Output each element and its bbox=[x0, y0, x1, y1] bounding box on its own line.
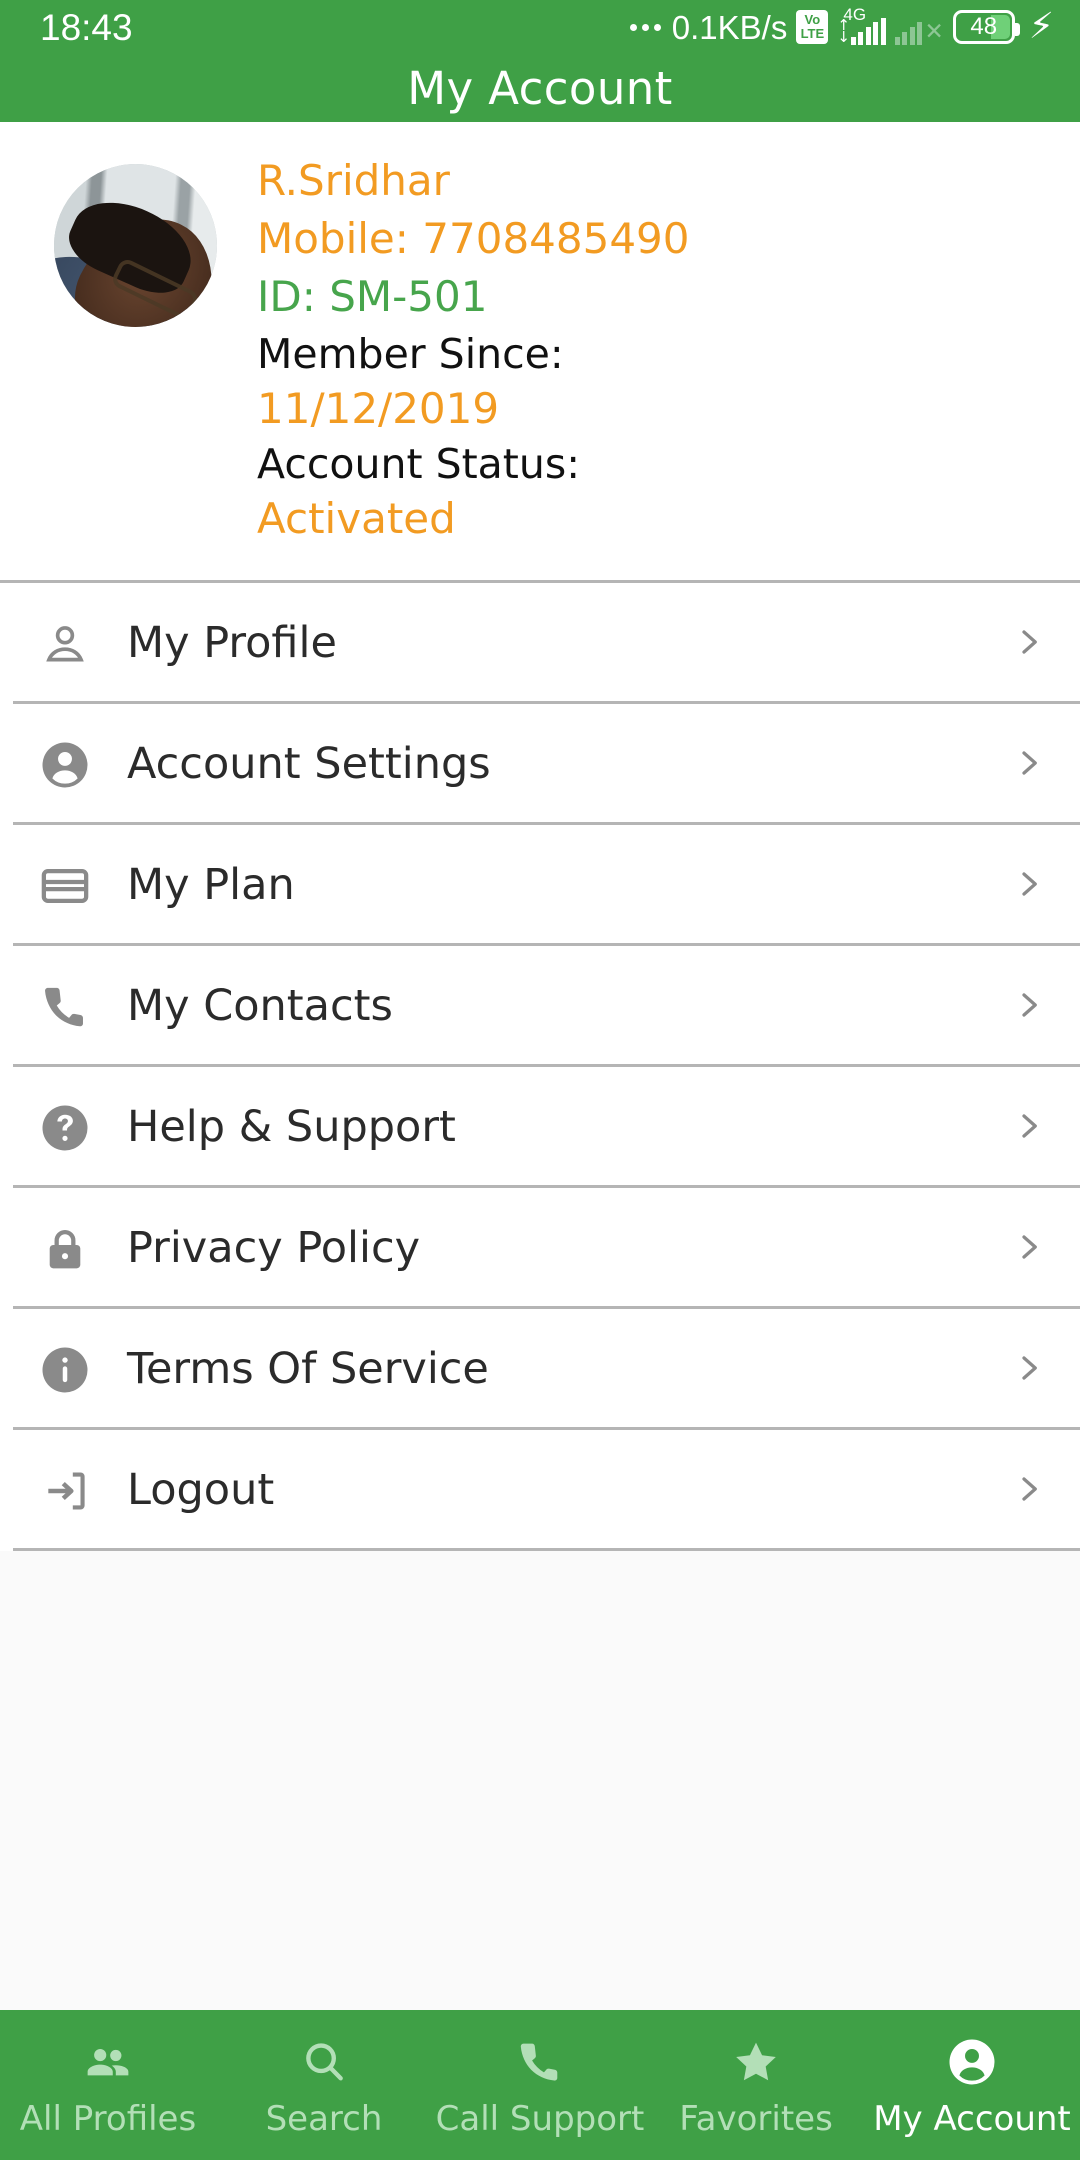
profile-id: ID: SM-501 bbox=[257, 272, 488, 321]
account-status-value: Activated bbox=[257, 494, 456, 543]
member-since-value: 11/12/2019 bbox=[257, 384, 500, 433]
menu-item-my-plan[interactable]: My Plan bbox=[0, 825, 1080, 946]
phone-icon bbox=[36, 978, 94, 1036]
credit-card-icon bbox=[36, 857, 94, 915]
volte-icon: Vo LTE bbox=[796, 10, 829, 44]
search-icon bbox=[299, 2034, 349, 2090]
battery-icon: 48 bbox=[952, 10, 1020, 44]
status-bar: 18:43 0.1KB/s Vo LTE 4G ↑ ↓ ✕ 48 ⚡ bbox=[0, 0, 1080, 54]
profile-mobile: Mobile: 7708485490 bbox=[257, 214, 690, 263]
nav-item-all-profiles[interactable]: All Profiles bbox=[0, 2010, 216, 2160]
profile-name: R.Sridhar bbox=[257, 156, 450, 205]
volte-bottom-text: LTE bbox=[800, 26, 825, 41]
status-clock: 18:43 bbox=[40, 6, 133, 48]
chevron-right-icon[interactable] bbox=[1014, 741, 1044, 789]
menu-item-account-settings[interactable]: Account Settings bbox=[0, 704, 1080, 825]
charging-bolt-icon: ⚡ bbox=[1028, 6, 1054, 47]
chevron-right-icon[interactable] bbox=[1014, 1467, 1044, 1515]
nav-item-label: Call Support bbox=[435, 2099, 645, 2139]
empty-space bbox=[0, 1551, 1080, 2010]
status-icons: 0.1KB/s Vo LTE 4G ↑ ↓ ✕ 48 ⚡ bbox=[629, 5, 1054, 47]
nav-item-favorites[interactable]: Favorites bbox=[648, 2010, 864, 2160]
chevron-right-icon[interactable] bbox=[1014, 1225, 1044, 1273]
menu-item-label: Account Settings bbox=[127, 739, 491, 789]
lock-icon bbox=[36, 1220, 94, 1278]
nav-item-label: Search bbox=[265, 2099, 383, 2139]
battery-level-text: 48 bbox=[970, 13, 998, 40]
menu-item-label: My Contacts bbox=[127, 981, 393, 1031]
chevron-right-icon[interactable] bbox=[1014, 1346, 1044, 1394]
menu-item-label: Logout bbox=[127, 1465, 275, 1515]
menu-item-privacy-policy[interactable]: Privacy Policy bbox=[0, 1188, 1080, 1309]
menu-item-label: Terms Of Service bbox=[127, 1344, 489, 1394]
avatar[interactable] bbox=[54, 164, 217, 327]
member-since-label: Member Since: bbox=[257, 330, 564, 378]
signal-bars-dim-glyph bbox=[894, 19, 923, 45]
volte-top-text: Vo bbox=[804, 12, 821, 28]
star-icon bbox=[729, 2034, 783, 2090]
nav-item-label: All Profiles bbox=[19, 2099, 197, 2139]
account-status-label: Account Status: bbox=[257, 440, 581, 488]
signal-bars-icon: 4G ↑ ↓ bbox=[837, 5, 886, 45]
logout-icon bbox=[36, 1462, 94, 1520]
menu-item-label: My Plan bbox=[127, 860, 295, 910]
chevron-right-icon[interactable] bbox=[1014, 620, 1044, 668]
account-circle-icon bbox=[36, 736, 94, 794]
menu-item-terms-of-service[interactable]: Terms Of Service bbox=[0, 1309, 1080, 1430]
menu-item-label: Privacy Policy bbox=[127, 1223, 421, 1273]
people-icon bbox=[82, 2034, 134, 2090]
chevron-right-icon[interactable] bbox=[1014, 983, 1044, 1031]
signal-generation-text: 4G bbox=[843, 5, 867, 24]
help-circle-icon bbox=[36, 1099, 94, 1157]
nav-item-label: Favorites bbox=[679, 2099, 833, 2139]
menu-item-logout[interactable]: Logout bbox=[0, 1430, 1080, 1551]
menu-item-help-support[interactable]: Help & Support bbox=[0, 1067, 1080, 1188]
page-title: My Account bbox=[407, 61, 673, 115]
info-circle-icon bbox=[36, 1341, 94, 1399]
no-service-x-icon: ✕ bbox=[924, 18, 944, 44]
menu-item-label: My Profile bbox=[127, 618, 337, 668]
signal-bars-no-service-icon: ✕ bbox=[894, 9, 944, 45]
profile-details: R.Sridhar Mobile: 7708485490 ID: SM-501 … bbox=[257, 156, 690, 554]
nav-item-call-support[interactable]: Call Support bbox=[432, 2010, 648, 2160]
more-dots-icon bbox=[629, 23, 661, 31]
chevron-right-icon[interactable] bbox=[1014, 1104, 1044, 1152]
person-outline-icon bbox=[36, 615, 94, 673]
chevron-right-icon[interactable] bbox=[1014, 862, 1044, 910]
nav-item-search[interactable]: Search bbox=[216, 2010, 432, 2160]
bottom-navigation: All Profiles Search Call Support Favorit… bbox=[0, 2010, 1080, 2160]
menu-item-my-contacts[interactable]: My Contacts bbox=[0, 946, 1080, 1067]
profile-summary: R.Sridhar Mobile: 7708485490 ID: SM-501 … bbox=[0, 122, 1080, 583]
menu-item-my-profile[interactable]: My Profile bbox=[0, 583, 1080, 704]
account-circle-icon bbox=[945, 2034, 999, 2090]
app-bar: My Account bbox=[0, 54, 1080, 122]
nav-item-my-account[interactable]: My Account bbox=[864, 2010, 1080, 2160]
account-menu-list: My Profile Account Settings My Plan My C… bbox=[0, 583, 1080, 1551]
app-screen: 18:43 0.1KB/s Vo LTE 4G ↑ ↓ ✕ 48 ⚡ My Ac… bbox=[0, 0, 1080, 2160]
network-speed-text: 0.1KB/s bbox=[671, 8, 788, 46]
nav-item-label: My Account bbox=[873, 2099, 1071, 2139]
menu-item-label: Help & Support bbox=[127, 1102, 456, 1152]
phone-icon bbox=[515, 2034, 565, 2090]
